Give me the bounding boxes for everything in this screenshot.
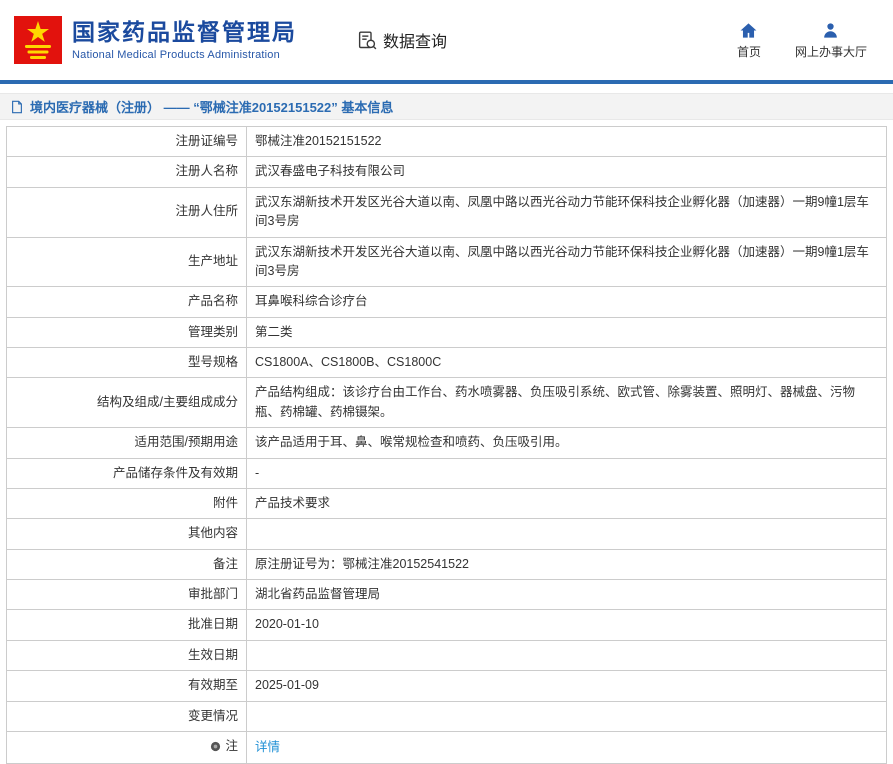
row-label: 结构及组成/主要组成成分 xyxy=(7,378,247,428)
person-icon xyxy=(821,21,840,40)
row-value: 2025-01-09 xyxy=(247,671,887,701)
row-label: 审批部门 xyxy=(7,580,247,610)
nmpa-emblem-logo xyxy=(14,16,62,64)
row-value: 详情 xyxy=(247,731,887,764)
row-label-text: 批准日期 xyxy=(188,615,238,634)
row-label: 注册人住所 xyxy=(7,187,247,237)
document-search-icon xyxy=(357,30,378,51)
row-value: 产品技术要求 xyxy=(247,488,887,518)
table-row: 产品名称耳鼻喉科综合诊疗台 xyxy=(7,287,887,317)
row-value: 武汉东湖新技术开发区光谷大道以南、凤凰中路以西光谷动力节能环保科技企业孵化器（加… xyxy=(247,187,887,237)
row-label: 注 xyxy=(7,731,247,764)
row-label: 产品储存条件及有效期 xyxy=(7,458,247,488)
info-table: 注册证编号鄂械注准20152151522注册人名称武汉春盛电子科技有限公司注册人… xyxy=(6,126,887,764)
table-row: 注 详情 xyxy=(7,731,887,764)
table-row: 产品储存条件及有效期- xyxy=(7,458,887,488)
row-label-text: 注 xyxy=(225,737,238,756)
row-label: 有效期至 xyxy=(7,671,247,701)
data-query-nav[interactable]: 数据查询 xyxy=(357,28,447,52)
header-nav: 首页 网上办事大厅 xyxy=(737,21,879,60)
row-label: 备注 xyxy=(7,549,247,579)
row-value: 产品结构组成：该诊疗台由工作台、药水喷雾器、负压吸引系统、欧式管、除雾装置、照明… xyxy=(247,378,887,428)
row-label: 变更情况 xyxy=(7,701,247,731)
row-label-text: 注册人住所 xyxy=(175,202,238,221)
table-row: 注册人住所武汉东湖新技术开发区光谷大道以南、凤凰中路以西光谷动力节能环保科技企业… xyxy=(7,187,887,237)
agency-subtitle: National Medical Products Administration xyxy=(72,49,297,61)
table-row: 管理类别第二类 xyxy=(7,317,887,347)
row-label-text: 有效期至 xyxy=(188,676,238,695)
row-label: 附件 xyxy=(7,488,247,518)
row-label: 注册证编号 xyxy=(7,127,247,157)
agency-titles: 国家药品监督管理局 National Medical Products Admi… xyxy=(72,19,297,61)
table-row: 适用范围/预期用途该产品适用于耳、鼻、喉常规检查和喷药、负压吸引用。 xyxy=(7,428,887,458)
info-table-body: 注册证编号鄂械注准20152151522注册人名称武汉春盛电子科技有限公司注册人… xyxy=(7,127,887,764)
site-header: 国家药品监督管理局 National Medical Products Admi… xyxy=(0,0,893,80)
row-label-text: 注册证编号 xyxy=(175,132,238,151)
table-row: 生产地址武汉东湖新技术开发区光谷大道以南、凤凰中路以西光谷动力节能环保科技企业孵… xyxy=(7,237,887,287)
row-value: 第二类 xyxy=(247,317,887,347)
row-label: 其他内容 xyxy=(7,519,247,549)
nav-home[interactable]: 首页 xyxy=(737,21,761,60)
row-value xyxy=(247,701,887,731)
breadcrumb: 境内医疗器械（注册） —— “鄂械注准20152151522” 基本信息 xyxy=(0,93,893,120)
row-label: 注册人名称 xyxy=(7,157,247,187)
row-label-text: 其他内容 xyxy=(188,524,238,543)
nav-service-hall-label: 网上办事大厅 xyxy=(795,43,867,60)
row-label-text: 适用范围/预期用途 xyxy=(135,433,238,452)
table-row: 附件产品技术要求 xyxy=(7,488,887,518)
row-label-text: 变更情况 xyxy=(188,707,238,726)
row-value: 武汉春盛电子科技有限公司 xyxy=(247,157,887,187)
row-label: 型号规格 xyxy=(7,348,247,378)
breadcrumb-title: 境内医疗器械（注册） —— “鄂械注准20152151522” 基本信息 xyxy=(30,97,393,116)
row-label-text: 产品储存条件及有效期 xyxy=(113,464,238,483)
row-label-text: 生产地址 xyxy=(188,252,238,271)
row-value: 2020-01-10 xyxy=(247,610,887,640)
table-row: 有效期至 2025-01-09 xyxy=(7,671,887,701)
row-label: 生产地址 xyxy=(7,237,247,287)
table-row: 型号规格 CS1800A、CS1800B、CS1800C xyxy=(7,348,887,378)
row-label-text: 备注 xyxy=(213,555,238,574)
row-value: 武汉东湖新技术开发区光谷大道以南、凤凰中路以西光谷动力节能环保科技企业孵化器（加… xyxy=(247,237,887,287)
nav-home-label: 首页 xyxy=(737,43,761,60)
row-value: 耳鼻喉科综合诊疗台 xyxy=(247,287,887,317)
row-value: 鄂械注准20152151522 xyxy=(247,127,887,157)
row-label-text: 产品名称 xyxy=(188,292,238,311)
row-label: 适用范围/预期用途 xyxy=(7,428,247,458)
row-label: 产品名称 xyxy=(7,287,247,317)
table-row: 注册证编号鄂械注准20152151522 xyxy=(7,127,887,157)
row-label: 生效日期 xyxy=(7,640,247,670)
home-icon xyxy=(739,21,758,40)
row-label-text: 审批部门 xyxy=(188,585,238,604)
row-label-text: 结构及组成/主要组成成分 xyxy=(97,393,238,412)
table-row: 批准日期 2020-01-10 xyxy=(7,610,887,640)
row-value: CS1800A、CS1800B、CS1800C xyxy=(247,348,887,378)
table-row: 审批部门湖北省药品监督管理局 xyxy=(7,580,887,610)
row-value: - xyxy=(247,458,887,488)
page-icon xyxy=(10,100,24,114)
header-divider xyxy=(0,80,893,84)
table-row: 生效日期 xyxy=(7,640,887,670)
agency-title: 国家药品监督管理局 xyxy=(72,19,297,47)
row-label: 批准日期 xyxy=(7,610,247,640)
row-value xyxy=(247,640,887,670)
note-icon xyxy=(210,741,221,752)
table-row: 其他内容 xyxy=(7,519,887,549)
detail-link[interactable]: 详情 xyxy=(255,740,280,754)
nav-service-hall[interactable]: 网上办事大厅 xyxy=(795,21,867,60)
row-value: 原注册证号为：鄂械注准20152541522 xyxy=(247,549,887,579)
row-label-text: 型号规格 xyxy=(188,353,238,372)
data-query-label: 数据查询 xyxy=(383,28,447,52)
table-row: 备注原注册证号为：鄂械注准20152541522 xyxy=(7,549,887,579)
table-row: 变更情况 xyxy=(7,701,887,731)
row-value xyxy=(247,519,887,549)
row-label-text: 管理类别 xyxy=(188,323,238,342)
row-label-text: 生效日期 xyxy=(188,646,238,665)
table-row: 结构及组成/主要组成成分产品结构组成：该诊疗台由工作台、药水喷雾器、负压吸引系统… xyxy=(7,378,887,428)
row-label-text: 注册人名称 xyxy=(175,162,238,181)
row-value: 该产品适用于耳、鼻、喉常规检查和喷药、负压吸引用。 xyxy=(247,428,887,458)
row-label-text: 附件 xyxy=(213,494,238,513)
row-value: 湖北省药品监督管理局 xyxy=(247,580,887,610)
table-row: 注册人名称武汉春盛电子科技有限公司 xyxy=(7,157,887,187)
row-label: 管理类别 xyxy=(7,317,247,347)
